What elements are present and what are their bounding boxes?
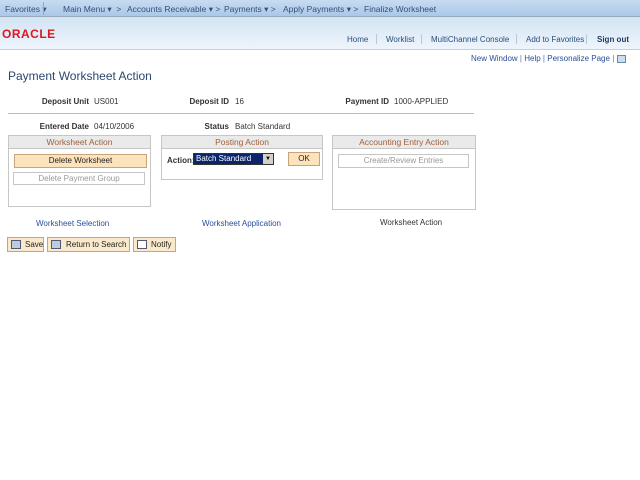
accounting-entry-action-header: Accounting Entry Action [333,136,475,149]
save-icon [11,240,21,249]
divider: | [612,54,615,63]
sign-out-link[interactable]: Sign out [597,35,629,44]
divider: | [542,54,545,63]
divider [421,34,422,44]
worksheet-action-box: Worksheet Action [8,135,151,207]
breadcrumb-label: Payments [224,4,262,14]
search-icon [51,240,61,249]
notify-label: Notify [151,240,172,249]
breadcrumb-label: Apply Payments [283,4,345,14]
worksheet-application-link[interactable]: Worksheet Application [202,219,281,228]
page-bar: New Window | Help | Personalize Page | [471,54,626,63]
home-link[interactable]: Home [347,35,368,44]
divider [8,113,474,114]
worksheet-action-text: Worksheet Action [380,218,443,227]
add-to-favorites-link[interactable]: Add to Favorites [526,35,584,44]
breadcrumb-payments[interactable]: Payments ▾ > [224,4,276,15]
payment-id-label: Payment ID [345,97,389,106]
action-select[interactable]: Batch Standard ▼ [193,153,274,165]
chevron-down-icon[interactable]: ▼ [263,154,273,164]
personalize-page-link[interactable]: Personalize Page [547,54,610,63]
worklist-link[interactable]: Worklist [386,35,414,44]
divider: | [519,54,522,63]
create-review-entries-button[interactable]: Create/Review Entries [338,154,469,168]
breadcrumb-finalize-worksheet[interactable]: Finalize Worksheet [364,4,436,14]
action-select-value: Batch Standard [196,154,252,163]
page-title: Payment Worksheet Action [8,69,152,83]
breadcrumb-label: Main Menu [63,4,106,14]
entered-date-value: 04/10/2006 [94,122,135,131]
divider [376,34,377,44]
breadcrumb-apply-payments[interactable]: Apply Payments ▾ > [283,4,358,15]
posting-action-header: Posting Action [162,136,322,149]
deposit-id-value: 16 [235,97,244,106]
return-to-search-button[interactable]: Return to Search [47,237,130,252]
accounting-entry-action-box: Accounting Entry Action [332,135,476,210]
top-nav-bar: Favorites ▾ Main Menu ▾ > Accounts Recei… [0,0,640,17]
delete-worksheet-button[interactable]: Delete Worksheet [14,154,147,168]
ok-button[interactable]: OK [288,152,320,166]
oracle-logo: ORACLE [2,27,56,41]
deposit-unit-value: US001 [94,97,119,106]
new-window-link[interactable]: New Window [471,54,518,63]
divider [586,34,587,44]
divider [516,34,517,44]
worksheet-action-header: Worksheet Action [9,136,150,149]
breadcrumb-accounts-receivable[interactable]: Accounts Receivable ▾ > [127,4,220,15]
header: Home Worklist MultiChannel Console Add t… [0,17,640,50]
deposit-id-label: Deposit ID [189,97,229,106]
notify-button[interactable]: Notify [133,237,176,252]
favorites-menu[interactable]: Favorites ▾ [5,4,47,15]
delete-payment-group-button[interactable]: Delete Payment Group [13,172,145,185]
favorites-label: Favorites [5,4,40,14]
mail-icon [137,240,147,249]
breadcrumb-label: Accounts Receivable [127,4,207,14]
payment-id-value: 1000-APPLIED [394,97,449,106]
status-label: Status [204,122,229,131]
return-label: Return to Search [66,240,127,249]
save-label: Save [25,240,44,249]
breadcrumb-main-menu[interactable]: Main Menu ▾ > [63,4,121,15]
worksheet-selection-link[interactable]: Worksheet Selection [36,219,109,228]
multichannel-console-link[interactable]: MultiChannel Console [431,35,509,44]
status-value: Batch Standard [235,122,291,131]
divider [43,2,44,15]
deposit-unit-label: Deposit Unit [41,97,89,106]
entered-date-label: Entered Date [39,122,89,131]
grid-icon[interactable] [616,54,626,63]
action-label: Action: [167,156,195,165]
help-link[interactable]: Help [524,54,540,63]
save-button[interactable]: Save [7,237,44,252]
